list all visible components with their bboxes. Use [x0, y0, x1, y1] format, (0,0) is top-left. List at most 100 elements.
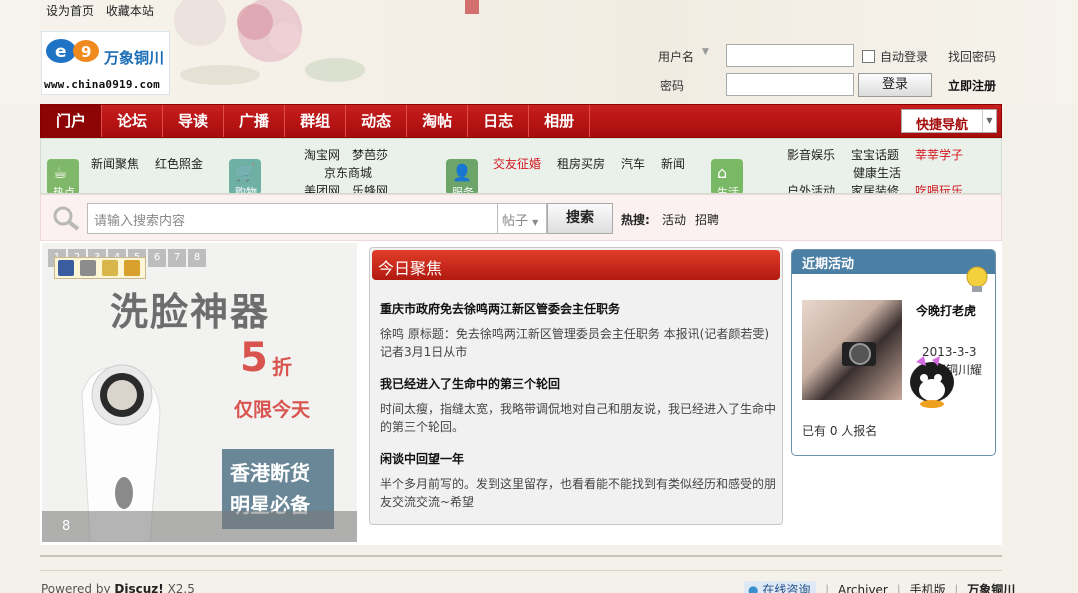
activity-title[interactable]: 今晚打老虎 — [916, 302, 988, 320]
auto-login-checkbox[interactable] — [862, 50, 875, 63]
auto-login-label: 自动登录 — [880, 50, 929, 64]
cat-link-moonbasa[interactable]: 梦芭莎 — [352, 146, 388, 163]
logo-url: www.china0919.com — [44, 78, 160, 91]
cat-link-entertainment[interactable]: 影音娱乐 — [787, 146, 835, 163]
hot-word-jobs[interactable]: 招聘 — [695, 211, 719, 228]
cat-link-students[interactable]: 莘莘学子 — [915, 146, 963, 163]
username-label: 用户名 — [658, 50, 695, 64]
hot-search-label: 热搜: — [621, 213, 650, 227]
slider-page-8[interactable]: 8 — [188, 249, 206, 267]
nav-item-guide[interactable]: 导读 — [163, 105, 225, 137]
discuz-version: X2.5 — [167, 582, 195, 593]
news-article[interactable]: 闲谈中回望一年 半个多月前写的。发到这里留存，也看看能不能找到有类似经历和感受的… — [380, 450, 776, 511]
news-article[interactable]: 重庆市政府免去徐鸣两江新区管委会主任职务 徐鸣 原标题：免去徐鸣两江新区管理委员… — [380, 300, 776, 361]
today-focus-title: 今日聚焦 — [378, 259, 443, 278]
search-type-select[interactable]: 帖子 ▼ — [497, 203, 547, 234]
save-icon[interactable] — [58, 260, 74, 276]
cat-link-jd[interactable]: 京东商城 — [324, 164, 372, 181]
news-article-text: 徐鸣 原标题：免去徐鸣两江新区管理委员会主任职务 本报讯(记者颜若雯)记者3月1… — [380, 327, 769, 359]
cat-link-baby[interactable]: 宝宝话题 — [851, 146, 899, 163]
search-icon — [53, 206, 80, 231]
nav-item-portal[interactable]: 门户 — [41, 105, 103, 137]
chevron-down-icon: ▼ — [532, 218, 539, 227]
promo-limit: 仅限今天 — [234, 399, 311, 421]
nav-item-blog[interactable]: 日志 — [468, 105, 530, 137]
search-input[interactable]: 请输入搜索内容 — [87, 203, 499, 234]
news-article[interactable]: 我已经进入了生命中的第三个轮回 时间太瘦，指缝太宽，我略带调侃地对自己和朋友说，… — [380, 375, 776, 436]
news-article-title[interactable]: 我已经进入了生命中的第三个轮回 — [380, 375, 776, 392]
site-logo[interactable]: e 9 万象铜川 www.china0919.com — [41, 31, 170, 95]
cat-link-news2[interactable]: 新闻 — [661, 155, 685, 172]
print-icon[interactable] — [80, 260, 96, 276]
category-links: ☕ 热点 新闻聚焦 红色照金 🛒 购物 淘宝网 梦芭莎 京东商城 美团网 乐蜂网… — [40, 138, 1002, 194]
online-service-button[interactable]: ● 在线咨询 — [744, 581, 817, 593]
cat-link-health[interactable]: 健康生活 — [853, 164, 901, 181]
register-link[interactable]: 立即注册 — [948, 77, 996, 94]
password-label: 密码 — [660, 79, 685, 93]
activity-photo[interactable] — [802, 300, 902, 400]
footer-links: ● 在线咨询 | Archiver | 手机版 | 万象铜川 — [744, 581, 1015, 593]
search-button[interactable]: 搜索 — [547, 203, 613, 234]
life-home-icon[interactable]: ⌂ 生活 — [711, 159, 743, 193]
cat-link-outdoor[interactable]: 户外活动 — [787, 182, 835, 193]
site-link[interactable]: 万象铜川 — [967, 583, 1015, 593]
powered-by-label: Powered by — [41, 582, 111, 593]
cat-link-dating[interactable]: 交友征婚 — [493, 155, 541, 172]
nav-item-album[interactable]: 相册 — [529, 105, 591, 137]
cat-link-housing[interactable]: 租房买房 — [557, 155, 605, 172]
cat-link-meituan[interactable]: 美团网 — [304, 182, 340, 193]
search-bar: 请输入搜索内容 帖子 ▼ 搜索 热搜: 活动 招聘 — [40, 194, 1002, 241]
mail-icon[interactable] — [102, 260, 118, 276]
cat-link-food-fun[interactable]: 吃喝玩乐 — [915, 182, 963, 193]
logo-brand: 万象铜川 — [104, 49, 165, 67]
find-password-link[interactable]: 找回密码 — [948, 48, 996, 65]
discuz-link[interactable]: Discuz! — [114, 582, 163, 593]
set-home-link[interactable]: 设为首页 — [46, 4, 94, 18]
username-input[interactable] — [726, 44, 854, 67]
nav-item-groups[interactable]: 群组 — [285, 105, 347, 137]
top-menu: 设为首页 收藏本站 — [46, 2, 162, 19]
shopping-cart-icon[interactable]: 🛒 购物 — [229, 159, 261, 193]
cat-link-taobao[interactable]: 淘宝网 — [304, 146, 340, 163]
slider-page-6[interactable]: 6 — [148, 249, 166, 267]
logo-badge-icon: e 9 — [46, 39, 99, 63]
cat-link-red[interactable]: 红色照金 — [155, 155, 203, 172]
cat-link-news[interactable]: 新闻聚焦 — [91, 155, 139, 172]
footer-divider — [40, 555, 1002, 557]
header-peony-decoration — [160, 0, 540, 104]
mobile-link[interactable]: 手机版 — [910, 583, 946, 593]
news-article-title[interactable]: 闲谈中回望一年 — [380, 450, 776, 467]
login-button[interactable]: 登录 — [858, 73, 932, 97]
news-article-text: 时间太瘦，指缝太宽，我略带调侃地对自己和朋友说，我已经进入了生命中的第三个轮回。 — [380, 402, 777, 434]
folder-icon[interactable] — [124, 260, 140, 276]
hot-icon[interactable]: ☕ 热点 — [47, 159, 79, 193]
cat-link-home-decor[interactable]: 家居装修 — [851, 182, 899, 193]
promo-slider[interactable]: 1 2 3 4 5 6 7 8 洗脸神器 5 折 仅限今天 香港断货 明星必备 … — [42, 243, 357, 542]
hot-word-activity[interactable]: 活动 — [662, 211, 686, 228]
archiver-link[interactable]: Archiver — [838, 583, 888, 593]
news-article-text: 半个多月前写的。发到这里留存，也看看能不能找到有类似经历和感受的朋友交流交流~希… — [380, 477, 777, 509]
slider-page-7[interactable]: 7 — [168, 249, 186, 267]
svg-text:9: 9 — [81, 43, 91, 61]
nav-item-broadcast[interactable]: 广播 — [224, 105, 286, 137]
nav-item-feed[interactable]: 动态 — [346, 105, 408, 137]
password-input[interactable] — [726, 73, 854, 96]
slider-caption-number: 8 — [62, 519, 71, 534]
mascot-icon — [910, 356, 954, 408]
svg-text:e: e — [55, 42, 67, 62]
activity-signup-count: 已有 0 人报名 — [802, 424, 878, 438]
promo-discount-unit: 折 — [272, 355, 292, 379]
cat-link-auto[interactable]: 汽车 — [621, 155, 645, 172]
promo-stamp-line1: 香港断货 — [230, 461, 310, 485]
news-article-title[interactable]: 重庆市政府免去徐鸣两江新区管委会主任职务 — [380, 300, 776, 317]
nav-item-collections[interactable]: 淘帖 — [407, 105, 469, 137]
quick-nav-button[interactable]: 快捷导航 ▼ — [901, 109, 997, 133]
nav-item-forum[interactable]: 论坛 — [102, 105, 164, 137]
quick-nav-label: 快捷导航 — [916, 118, 969, 133]
bookmark-link[interactable]: 收藏本站 — [106, 4, 154, 18]
promo-discount-number: 5 — [240, 335, 268, 381]
cat-link-lefeng[interactable]: 乐蜂网 — [352, 182, 388, 193]
username-dropdown-icon[interactable]: ▼ — [702, 47, 709, 57]
slider-caption-bar — [42, 511, 357, 542]
service-person-icon[interactable]: 👤 服务 — [446, 159, 478, 193]
